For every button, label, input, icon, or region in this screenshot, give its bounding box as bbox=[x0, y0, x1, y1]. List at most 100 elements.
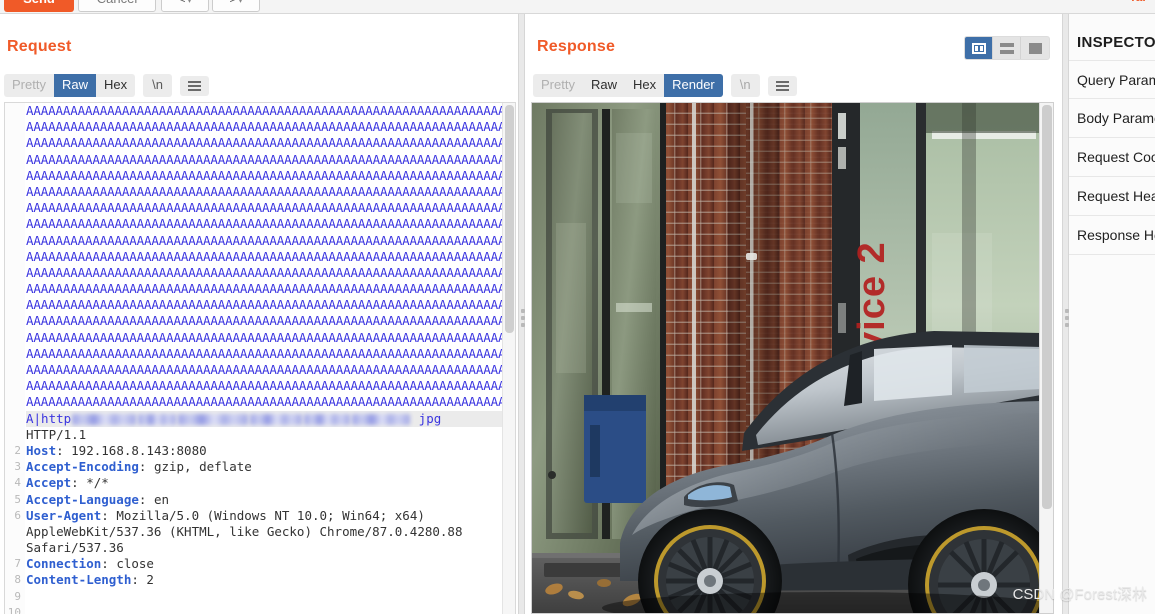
inspector-section-3[interactable]: Request Cookies bbox=[1069, 138, 1155, 177]
tab-response-pretty[interactable]: Pretty bbox=[533, 74, 583, 97]
request-editor[interactable]: 234567891011 AAAAAAAAAAAAAAAAAAAAAAAAAAA… bbox=[4, 102, 516, 614]
cancel-button[interactable]: Cancel bbox=[78, 0, 156, 12]
inspector-sections: Query ParametersBody ParametersRequest C… bbox=[1069, 60, 1155, 255]
single-view-icon[interactable] bbox=[1021, 37, 1049, 59]
inspector-section-2[interactable]: Body Parameters bbox=[1069, 99, 1155, 138]
send-button[interactable]: Send bbox=[4, 0, 74, 12]
next-request-button[interactable]: >▾ bbox=[212, 0, 260, 12]
request-payload-line: AAAAAAAAAAAAAAAAAAAAAAAAAAAAAAAAAAAAAAAA… bbox=[26, 200, 515, 216]
redacted-text bbox=[304, 414, 350, 425]
response-inspector-divider[interactable] bbox=[1062, 14, 1069, 614]
hamburger-icon[interactable] bbox=[180, 76, 209, 96]
line-number bbox=[5, 119, 25, 135]
response-view-tabs: Pretty Raw Hex Render bbox=[533, 74, 723, 97]
tab-request-pretty[interactable]: Pretty bbox=[4, 74, 54, 97]
request-payload-line: AAAAAAAAAAAAAAAAAAAAAAAAAAAAAAAAAAAAAAAA… bbox=[26, 249, 515, 265]
line-number bbox=[5, 378, 25, 394]
request-payload-line: AAAAAAAAAAAAAAAAAAAAAAAAAAAAAAAAAAAAAAAA… bbox=[26, 362, 515, 378]
header-continuation: AppleWebKit/537.36 (KHTML, like Gecko) C… bbox=[26, 524, 463, 539]
chevron-left-icon: < bbox=[178, 0, 185, 6]
request-title: Request bbox=[7, 38, 72, 56]
request-tabbar: Pretty Raw Hex \n bbox=[4, 74, 209, 97]
header-continuation: Safari/537.36 bbox=[26, 540, 124, 555]
tab-request-hex[interactable]: Hex bbox=[96, 74, 135, 97]
line-number bbox=[5, 362, 25, 378]
request-payload-line: AAAAAAAAAAAAAAAAAAAAAAAAAAAAAAAAAAAAAAAA… bbox=[26, 346, 515, 362]
line-number bbox=[5, 233, 25, 249]
header-value: : Mozilla/5.0 (Windows NT 10.0; Win64; x… bbox=[101, 508, 425, 523]
request-newline-button[interactable]: \n bbox=[143, 74, 172, 97]
request-header-line: AppleWebKit/537.36 (KHTML, like Gecko) C… bbox=[26, 524, 515, 540]
request-header-line: Content-Length: 2 bbox=[26, 572, 515, 588]
request-payload-line: AAAAAAAAAAAAAAAAAAAAAAAAAAAAAAAAAAAAAAAA… bbox=[26, 119, 515, 135]
tab-response-raw[interactable]: Raw bbox=[583, 74, 625, 97]
line-number bbox=[5, 168, 25, 184]
line-number bbox=[5, 346, 25, 362]
panes-container: Request Pretty Raw Hex \n 234567891011 A… bbox=[0, 14, 1155, 614]
line-number bbox=[5, 216, 25, 232]
request-payload-line: AAAAAAAAAAAAAAAAAAAAAAAAAAAAAAAAAAAAAAAA… bbox=[26, 168, 515, 184]
request-view-tabs: Pretty Raw Hex bbox=[4, 74, 135, 97]
inspector-section-1[interactable]: Query Parameters bbox=[1069, 60, 1155, 99]
tab-response-render[interactable]: Render bbox=[664, 74, 723, 97]
line-number: 3 bbox=[5, 459, 25, 475]
request-header-line bbox=[26, 605, 515, 614]
request-header-line: HTTP/1.1 bbox=[26, 427, 515, 443]
inspector-section-4[interactable]: Request Headers bbox=[1069, 177, 1155, 216]
line-number: 5 bbox=[5, 492, 25, 508]
chevron-right-icon: > bbox=[229, 0, 236, 6]
svg-text:vice 2: vice 2 bbox=[851, 241, 893, 353]
rendered-image: vice 2 ortisation bbox=[532, 103, 1041, 613]
line-number: 4 bbox=[5, 475, 25, 491]
line-number: 6 bbox=[5, 508, 25, 524]
line-number bbox=[5, 200, 25, 216]
header-value: : gzip, deflate bbox=[139, 459, 252, 474]
request-code[interactable]: AAAAAAAAAAAAAAAAAAAAAAAAAAAAAAAAAAAAAAAA… bbox=[26, 103, 515, 614]
line-number bbox=[5, 411, 25, 427]
line-number bbox=[5, 184, 25, 200]
request-url-line: A|http jpg bbox=[26, 411, 515, 427]
redacted-text bbox=[178, 414, 248, 425]
header-key: User-Agent bbox=[26, 508, 101, 523]
hamburger-icon[interactable] bbox=[768, 76, 797, 96]
request-header-line: User-Agent: Mozilla/5.0 (Windows NT 10.0… bbox=[26, 508, 515, 524]
inspector-title: INSPECTOR bbox=[1077, 34, 1155, 51]
inspector-section-5[interactable]: Response Headers bbox=[1069, 216, 1155, 255]
request-header-line: Accept-Encoding: gzip, deflate bbox=[26, 459, 515, 475]
tab-request-raw[interactable]: Raw bbox=[54, 74, 96, 97]
line-number bbox=[5, 330, 25, 346]
redacted-text bbox=[352, 414, 410, 425]
request-scrollbar[interactable] bbox=[502, 103, 515, 614]
request-payload-line: AAAAAAAAAAAAAAAAAAAAAAAAAAAAAAAAAAAAAAAA… bbox=[26, 330, 515, 346]
stacked-view-icon[interactable] bbox=[993, 37, 1021, 59]
request-payload-line: AAAAAAAAAAAAAAAAAAAAAAAAAAAAAAAAAAAAAAAA… bbox=[26, 233, 515, 249]
header-value: : close bbox=[101, 556, 154, 571]
header-key: Content-Length bbox=[26, 572, 131, 587]
response-scrollbar[interactable] bbox=[1039, 103, 1053, 613]
redacted-text bbox=[250, 414, 302, 425]
request-payload-line: AAAAAAAAAAAAAAAAAAAAAAAAAAAAAAAAAAAAAAAA… bbox=[26, 281, 515, 297]
line-number bbox=[5, 135, 25, 151]
response-newline-button[interactable]: \n bbox=[731, 74, 760, 97]
response-scrollbar-thumb[interactable] bbox=[1042, 105, 1052, 509]
header-key: Host bbox=[26, 443, 56, 458]
tab-response-hex[interactable]: Hex bbox=[625, 74, 664, 97]
request-payload-line: AAAAAAAAAAAAAAAAAAAAAAAAAAAAAAAAAAAAAAAA… bbox=[26, 103, 515, 119]
line-number bbox=[5, 265, 25, 281]
line-number: 2 bbox=[5, 443, 25, 459]
request-scrollbar-thumb[interactable] bbox=[505, 105, 514, 333]
target-tab-label[interactable]: Tar bbox=[1129, 0, 1147, 4]
response-render-area[interactable]: vice 2 ortisation bbox=[531, 102, 1054, 614]
burp-repeater-window: Send Cancel <▾ >▾ Tar Request Pretty Raw… bbox=[0, 0, 1155, 614]
request-header-line: Connection: close bbox=[26, 556, 515, 572]
split-view-icon[interactable] bbox=[965, 37, 993, 59]
previous-request-button[interactable]: <▾ bbox=[161, 0, 209, 12]
request-header-line: Safari/537.36 bbox=[26, 540, 515, 556]
request-header-line: Accept-Language: en bbox=[26, 492, 515, 508]
line-number bbox=[5, 524, 25, 540]
line-number bbox=[5, 281, 25, 297]
line-number: 8 bbox=[5, 572, 25, 588]
request-payload-line: AAAAAAAAAAAAAAAAAAAAAAAAAAAAAAAAAAAAAAAA… bbox=[26, 216, 515, 232]
request-response-divider[interactable] bbox=[518, 14, 525, 614]
header-key: Connection bbox=[26, 556, 101, 571]
